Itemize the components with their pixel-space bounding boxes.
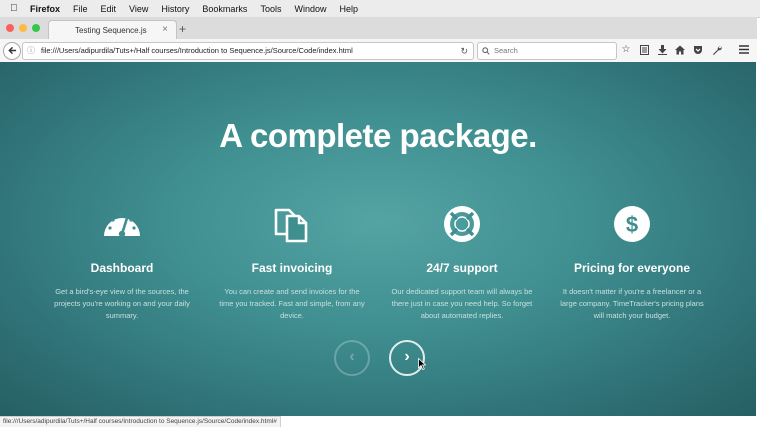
feature-title: Fast invoicing: [251, 261, 333, 275]
menu-app-name[interactable]: Firefox: [30, 4, 60, 14]
window-controls: [6, 24, 40, 32]
navigation-toolbar: ⓘ file:///Users/adipurdila/Tuts+/Half co…: [0, 39, 757, 63]
feature-text: You can create and send invoices for the…: [219, 287, 365, 320]
url-bar[interactable]: ⓘ file:///Users/adipurdila/Tuts+/Half co…: [22, 42, 474, 60]
new-tab-button[interactable]: +: [179, 22, 186, 36]
back-arrow-icon: [7, 46, 16, 55]
svg-text:$: $: [626, 212, 638, 237]
feature-text: Get a bird's-eye view of the sources, th…: [54, 287, 190, 320]
back-button[interactable]: [3, 42, 21, 60]
menu-edit[interactable]: Edit: [101, 4, 117, 14]
feature-title: 24/7 support: [426, 261, 498, 275]
menu-view[interactable]: View: [129, 4, 148, 14]
bookmark-star-icon[interactable]: ☆: [619, 43, 633, 57]
dashboard-icon: [104, 213, 140, 238]
site-info-icon[interactable]: ⓘ: [27, 43, 35, 59]
documents-icon: [274, 208, 308, 243]
dollar-icon: $: [614, 206, 650, 242]
feature-title: Dashboard: [90, 261, 154, 275]
page-viewport: A complete package. Dashboard Get a bird…: [0, 62, 756, 416]
mac-menubar:  Firefox File Edit View History Bookmar…: [0, 0, 760, 18]
menu-file[interactable]: File: [73, 4, 88, 14]
reload-icon[interactable]: ↻: [460, 43, 468, 59]
apple-icon[interactable]: : [10, 3, 22, 14]
window-edge: [756, 62, 760, 416]
search-bar[interactable]: [477, 42, 617, 60]
search-icon: [482, 47, 490, 55]
lifebuoy-icon: [444, 206, 480, 242]
feature-text: It doesn't matter if you're a freelancer…: [560, 287, 704, 320]
menu-history[interactable]: History: [161, 4, 189, 14]
mouse-pointer-icon: [418, 358, 426, 370]
close-tab-icon[interactable]: ×: [162, 24, 168, 35]
status-bar-link: file:///Users/adipurdila/Tuts+/Half cour…: [0, 416, 281, 427]
developer-tools-icon[interactable]: [710, 43, 724, 57]
menu-bookmarks[interactable]: Bookmarks: [202, 4, 247, 14]
close-window-button[interactable]: [6, 24, 14, 32]
url-text[interactable]: file:///Users/adipurdila/Tuts+/Half cour…: [41, 43, 353, 59]
tab-title: Testing Sequence.js: [75, 26, 147, 35]
downloads-icon[interactable]: [655, 43, 669, 57]
minimize-window-button[interactable]: [19, 24, 27, 32]
feature-title: Pricing for everyone: [573, 261, 691, 275]
reading-list-icon[interactable]: [637, 43, 651, 57]
tab-strip: Testing Sequence.js × +: [0, 17, 757, 40]
menu-window[interactable]: Window: [294, 4, 326, 14]
previous-slide-button[interactable]: ‹: [334, 340, 370, 376]
menu-tools[interactable]: Tools: [260, 4, 281, 14]
search-input[interactable]: [494, 44, 609, 57]
tab-testing-sequence[interactable]: Testing Sequence.js ×: [48, 20, 177, 40]
zoom-window-button[interactable]: [32, 24, 40, 32]
pocket-icon[interactable]: [691, 43, 705, 57]
home-icon[interactable]: [673, 43, 687, 57]
menu-help[interactable]: Help: [339, 4, 358, 14]
hamburger-menu-icon[interactable]: [737, 43, 751, 57]
page-headline: A complete package.: [219, 117, 537, 154]
feature-text: Our dedicated support team will always b…: [391, 287, 533, 320]
chevron-left-icon: ‹: [349, 348, 355, 365]
